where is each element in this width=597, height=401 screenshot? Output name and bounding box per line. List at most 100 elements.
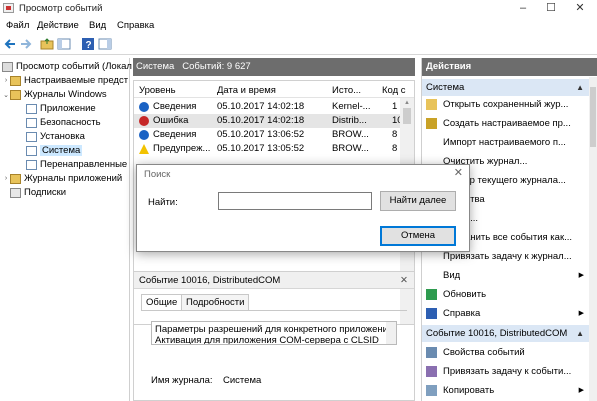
- menu-help[interactable]: Справка: [117, 20, 154, 31]
- actions-section-system[interactable]: Система ▲: [422, 79, 590, 96]
- find-input[interactable]: [218, 192, 372, 210]
- menu-action[interactable]: Действие: [37, 20, 79, 31]
- tree-node-custom-views[interactable]: › Настраиваемые предст: [2, 74, 128, 87]
- close-button[interactable]: ✕: [565, 0, 595, 17]
- folder-icon: [10, 173, 21, 184]
- filter-icon: [426, 118, 437, 129]
- column-datetime[interactable]: Дата и время: [217, 85, 276, 96]
- table-row[interactable]: Сведения 05.10.2017 13:06:52 BROW... 8: [134, 128, 400, 142]
- dialog-close-button[interactable]: ✕: [454, 166, 463, 179]
- log-name-label: Имя журнала:: [151, 375, 213, 386]
- collapse-arrow-icon[interactable]: ⌄: [2, 91, 10, 99]
- action-item[interactable]: Копировать ▶: [422, 382, 590, 399]
- description-scrollbar[interactable]: [386, 322, 396, 344]
- action-item[interactable]: Привязать задачу к событи...: [422, 363, 590, 380]
- find-label: Найти:: [148, 197, 178, 208]
- expand-arrow-icon[interactable]: ›: [2, 77, 10, 84]
- action-label: Импорт настраиваемого п...: [443, 137, 566, 148]
- toolbar: ?: [0, 35, 597, 55]
- window-title: Просмотр событий: [19, 3, 103, 14]
- scrollbar-thumb[interactable]: [590, 87, 596, 147]
- table-header: Уровень Дата и время Исто... Код с: [134, 81, 414, 98]
- submenu-arrow-icon: ▶: [578, 272, 584, 279]
- tree-node-system[interactable]: Система: [26, 144, 83, 157]
- menu-file[interactable]: Файл: [6, 20, 29, 31]
- svg-text:?: ?: [86, 40, 92, 51]
- action-label: Обновить: [443, 289, 487, 300]
- column-source[interactable]: Исто...: [332, 85, 361, 96]
- actions-title: Действия: [422, 58, 597, 76]
- action-label: Копировать: [443, 385, 495, 396]
- event-properties-icon: [426, 347, 437, 358]
- error-icon: [139, 116, 149, 126]
- console-tree: Просмотр событий (Локал › Настраиваемые …: [0, 58, 132, 401]
- action-label: Создать настраиваемое пр...: [443, 118, 571, 129]
- log-name: Система: [136, 61, 175, 72]
- tree-node-forwarded[interactable]: Перенаправленные: [26, 158, 127, 171]
- subscriptions-icon: [10, 187, 21, 198]
- cancel-button[interactable]: Отмена: [380, 226, 456, 246]
- table-row-selected[interactable]: Ошибка 05.10.2017 14:02:18 Distrib... 10: [134, 114, 403, 128]
- find-next-button[interactable]: Найти далее: [380, 191, 456, 211]
- event-viewer-icon: [3, 3, 14, 13]
- log-name-value: Система: [223, 375, 262, 386]
- tree-node-subscriptions[interactable]: Подписки: [10, 186, 66, 199]
- forward-icon[interactable]: [19, 37, 33, 51]
- collapse-caret-icon[interactable]: ▲: [576, 79, 584, 96]
- expand-arrow-icon[interactable]: ›: [2, 175, 10, 182]
- action-item[interactable]: Свойства событий: [422, 344, 590, 361]
- event-detail-pane: Событие 10016, DistributedCOM ✕ Общие По…: [133, 271, 415, 401]
- back-icon[interactable]: [3, 37, 17, 51]
- menu-view[interactable]: Вид: [89, 20, 106, 31]
- menu-bar: Файл Действие Вид Справка: [0, 17, 597, 33]
- help-icon[interactable]: ?: [81, 37, 95, 51]
- tree-node-security[interactable]: Безопасность: [26, 116, 101, 129]
- action-item[interactable]: Открыть сохраненный жур...: [422, 96, 590, 113]
- help-icon: [426, 308, 437, 319]
- log-icon: [26, 159, 37, 170]
- event-count: Событий: 9 627: [182, 61, 251, 72]
- show-hide-actions-icon[interactable]: [98, 37, 112, 51]
- log-icon: [26, 117, 37, 128]
- tree-node-root[interactable]: Просмотр событий (Локал: [2, 60, 132, 73]
- maximize-button[interactable]: ☐: [536, 0, 566, 17]
- tree-node-setup[interactable]: Установка: [26, 130, 85, 143]
- action-label: Справка: [443, 308, 481, 319]
- scrollbar-thumb[interactable]: [403, 108, 411, 124]
- folder-icon: [426, 99, 437, 110]
- tree-node-windows-logs[interactable]: ⌄ Журналы Windows: [2, 88, 107, 101]
- info-icon: [139, 102, 149, 112]
- collapse-caret-icon[interactable]: ▲: [576, 325, 584, 342]
- event-description[interactable]: Параметры разрешений для конкретного при…: [151, 321, 397, 345]
- action-item[interactable]: Вид ▶: [422, 267, 590, 284]
- actions-section-event[interactable]: Событие 10016, DistributedCOM ▲: [422, 325, 590, 342]
- event-detail-title: Событие 10016, DistributedCOM ✕: [134, 272, 414, 289]
- scroll-up-icon[interactable]: ▲: [404, 100, 410, 106]
- log-icon: [26, 145, 37, 156]
- column-code[interactable]: Код с: [382, 85, 406, 96]
- tree-node-app-logs[interactable]: › Журналы приложений: [2, 172, 122, 185]
- action-label: Свойства событий: [443, 347, 525, 358]
- actions-scrollbar[interactable]: [589, 77, 597, 401]
- table-row[interactable]: Предупреж... 05.10.2017 13:05:52 BROW...…: [134, 142, 400, 156]
- action-item[interactable]: Обновить: [422, 286, 590, 303]
- tree-node-application[interactable]: Приложение: [26, 102, 96, 115]
- action-item[interactable]: Импорт настраиваемого п...: [422, 134, 590, 151]
- table-row[interactable]: Сведения 05.10.2017 14:02:18 Kernel-... …: [134, 100, 400, 114]
- column-level[interactable]: Уровень: [139, 85, 176, 96]
- close-detail-icon[interactable]: ✕: [400, 272, 408, 289]
- event-viewer-icon: [2, 61, 13, 72]
- tab-details[interactable]: Подробности: [181, 294, 250, 311]
- up-folder-icon[interactable]: [40, 37, 54, 51]
- folder-icon: [10, 89, 21, 100]
- warning-icon: [139, 144, 149, 154]
- minimize-button[interactable]: –: [508, 0, 538, 17]
- tab-general[interactable]: Общие: [141, 294, 183, 311]
- action-label: Привязать задачу к событи...: [443, 366, 572, 377]
- log-header: Система Событий: 9 627: [133, 58, 415, 76]
- show-hide-tree-icon[interactable]: [57, 37, 71, 51]
- submenu-arrow-icon: ▶: [578, 310, 584, 317]
- action-item[interactable]: Справка ▶: [422, 305, 590, 322]
- action-item[interactable]: Создать настраиваемое пр...: [422, 115, 590, 132]
- folder-icon: [10, 75, 21, 86]
